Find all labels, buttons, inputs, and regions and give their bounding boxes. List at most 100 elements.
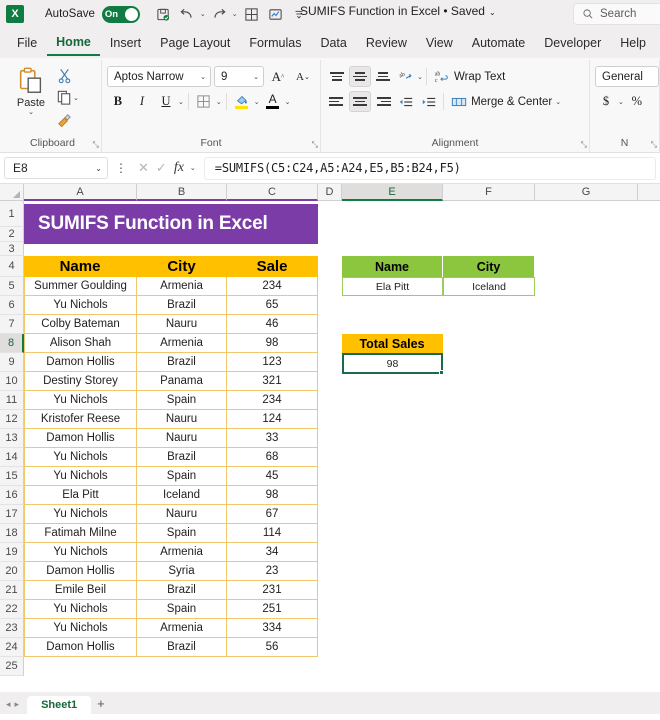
tab-developer[interactable]: Developer bbox=[535, 32, 610, 55]
tab-data[interactable]: Data bbox=[311, 32, 355, 55]
table-row[interactable]: 334 bbox=[227, 619, 318, 638]
align-middle-button[interactable] bbox=[349, 66, 372, 87]
bold-button[interactable]: B bbox=[107, 91, 129, 112]
table-row[interactable]: Kristofer Reese bbox=[24, 410, 137, 429]
criteria-header-name[interactable]: Name bbox=[342, 256, 443, 277]
row-header-12[interactable]: 12 bbox=[0, 410, 24, 429]
currency-dropdown-icon[interactable]: ⌄ bbox=[618, 98, 624, 106]
borders-icon[interactable] bbox=[241, 4, 262, 25]
row-header-22[interactable]: 22 bbox=[0, 600, 24, 619]
table-row[interactable]: 114 bbox=[227, 524, 318, 543]
decrease-indent-button[interactable] bbox=[395, 91, 417, 112]
table-row[interactable]: Syria bbox=[137, 562, 227, 581]
wrap-text-button[interactable]: ab c Wrap Text bbox=[430, 66, 509, 87]
add-sheet-icon[interactable]: + bbox=[93, 696, 111, 714]
row-header-7[interactable]: 7 bbox=[0, 315, 24, 334]
paste-dropdown-icon[interactable]: ⌄ bbox=[28, 109, 34, 116]
table-row[interactable]: Emile Beil bbox=[24, 581, 137, 600]
row-header-23[interactable]: 23 bbox=[0, 619, 24, 638]
tab-automate[interactable]: Automate bbox=[463, 32, 535, 55]
formula-bar-expand-icon[interactable]: ⌄ bbox=[190, 164, 196, 172]
increase-font-size-button[interactable]: A ^ bbox=[267, 66, 289, 87]
undo-icon[interactable] bbox=[177, 4, 198, 25]
align-right-button[interactable] bbox=[372, 91, 394, 112]
table-row[interactable]: Ela Pitt bbox=[24, 486, 137, 505]
tab-home[interactable]: Home bbox=[47, 31, 100, 56]
fill-color-dropdown-icon[interactable]: ⌄ bbox=[254, 98, 260, 106]
table-row[interactable]: Yu Nichols bbox=[24, 600, 137, 619]
table-row[interactable]: Spain bbox=[137, 524, 227, 543]
table-row[interactable]: Yu Nichols bbox=[24, 543, 137, 562]
table-row[interactable]: 98 bbox=[227, 486, 318, 505]
row-header-14[interactable]: 14 bbox=[0, 448, 24, 467]
table-row[interactable]: Yu Nichols bbox=[24, 296, 137, 315]
criteria-header-city[interactable]: City bbox=[443, 256, 535, 277]
tab-file[interactable]: File bbox=[8, 32, 46, 55]
row-header-19[interactable]: 19 bbox=[0, 543, 24, 562]
row-header-17[interactable]: 17 bbox=[0, 505, 24, 524]
table-row[interactable]: Summer Goulding bbox=[24, 277, 137, 296]
row-header-11[interactable]: 11 bbox=[0, 391, 24, 410]
column-header-c[interactable]: C bbox=[227, 184, 318, 201]
active-cell-e8[interactable]: 98 bbox=[342, 353, 443, 374]
data-header-name[interactable]: Name bbox=[24, 256, 137, 277]
table-row[interactable]: 56 bbox=[227, 638, 318, 657]
align-top-button[interactable] bbox=[326, 66, 348, 87]
sheet-tab-sheet1[interactable]: Sheet1 bbox=[27, 696, 92, 714]
table-row[interactable]: 123 bbox=[227, 353, 318, 372]
table-row[interactable]: Yu Nichols bbox=[24, 448, 137, 467]
row-header-15[interactable]: 15 bbox=[0, 467, 24, 486]
italic-button[interactable]: I bbox=[131, 91, 153, 112]
criteria-value-name[interactable]: Ela Pitt bbox=[342, 277, 443, 296]
row-header-24[interactable]: 24 bbox=[0, 638, 24, 657]
table-row[interactable]: Nauru bbox=[137, 505, 227, 524]
table-row[interactable]: Brazil bbox=[137, 448, 227, 467]
clipboard-dialog-launcher[interactable]: ⤡ bbox=[93, 140, 99, 150]
column-header-g[interactable]: G bbox=[535, 184, 638, 200]
table-row[interactable]: 68 bbox=[227, 448, 318, 467]
table-row[interactable]: Nauru bbox=[137, 410, 227, 429]
formula-input[interactable]: =SUMIFS(C5:C24,A5:A24,E5,B5:B24,F5) bbox=[203, 156, 656, 180]
number-dialog-launcher[interactable]: ⤡ bbox=[651, 140, 657, 150]
column-header-b[interactable]: B bbox=[137, 184, 227, 201]
fill-handle[interactable] bbox=[439, 370, 444, 375]
row-header-10[interactable]: 10 bbox=[0, 372, 24, 391]
table-row[interactable]: Yu Nichols bbox=[24, 391, 137, 410]
merge-center-button[interactable]: Merge & Center ⌄ bbox=[447, 91, 565, 112]
table-row[interactable]: Armenia bbox=[137, 277, 227, 296]
table-row[interactable]: 34 bbox=[227, 543, 318, 562]
table-row[interactable]: Yu Nichols bbox=[24, 619, 137, 638]
table-row[interactable]: Damon Hollis bbox=[24, 429, 137, 448]
table-row[interactable]: 234 bbox=[227, 277, 318, 296]
table-row[interactable]: 98 bbox=[227, 334, 318, 353]
title-banner[interactable]: SUMIFS Function in Excel bbox=[24, 204, 318, 244]
align-bottom-button[interactable] bbox=[372, 66, 394, 87]
table-row[interactable]: Yu Nichols bbox=[24, 505, 137, 524]
underline-button[interactable]: U bbox=[155, 91, 177, 112]
paste-button[interactable]: Paste ⌄ bbox=[9, 64, 53, 116]
row-header-1[interactable]: 1 bbox=[0, 201, 24, 227]
next-sheet-icon[interactable]: ▸ bbox=[15, 699, 20, 710]
row-header-3[interactable]: 3 bbox=[0, 242, 24, 256]
currency-button[interactable]: $ bbox=[595, 91, 617, 112]
document-title-chevron-icon[interactable]: ⌄ bbox=[489, 8, 496, 17]
percent-button[interactable]: % bbox=[626, 91, 648, 112]
column-header-f[interactable]: F bbox=[443, 184, 535, 200]
row-header-18[interactable]: 18 bbox=[0, 524, 24, 543]
name-box[interactable]: E8 ⌄ bbox=[4, 157, 108, 179]
tab-review[interactable]: Review bbox=[357, 32, 416, 55]
table-row[interactable]: Brazil bbox=[137, 353, 227, 372]
column-header-a[interactable]: A bbox=[24, 184, 137, 201]
borders-button[interactable] bbox=[193, 91, 215, 112]
table-row[interactable]: Spain bbox=[137, 467, 227, 486]
redo-icon[interactable] bbox=[209, 4, 230, 25]
table-row[interactable]: Nauru bbox=[137, 315, 227, 334]
table-row[interactable]: 65 bbox=[227, 296, 318, 315]
cancel-icon[interactable]: ✕ bbox=[138, 160, 149, 176]
row-header-13[interactable]: 13 bbox=[0, 429, 24, 448]
chart-icon[interactable] bbox=[265, 4, 286, 25]
result-header-total-sales[interactable]: Total Sales bbox=[342, 334, 443, 353]
row-header-16[interactable]: 16 bbox=[0, 486, 24, 505]
search-input[interactable]: Search bbox=[573, 3, 660, 25]
document-title[interactable]: SUMIFS Function in Excel • Saved ⌄ bbox=[300, 4, 496, 18]
